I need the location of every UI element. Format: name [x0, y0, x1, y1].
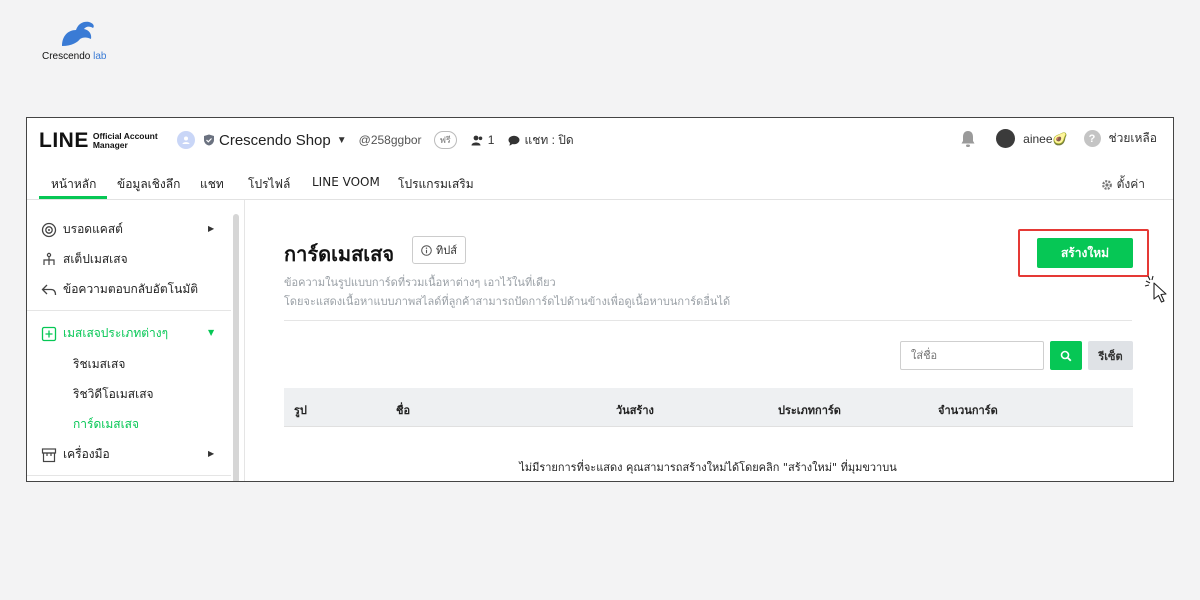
sidebar-subitem-rich-video-message[interactable]: ริชวิดีโอเมสเสจ [73, 385, 154, 404]
step-icon [43, 252, 55, 265]
gear-icon [1101, 179, 1112, 190]
account-name: Crescendo Shop [219, 131, 331, 149]
friends-count[interactable]: 1 [471, 133, 494, 147]
search-button[interactable] [1050, 341, 1082, 370]
section-divider [284, 320, 1132, 321]
column-header-name[interactable]: ชื่อ [396, 401, 410, 419]
chat-bubble-icon [508, 135, 520, 146]
sidebar-subitem-rich-message[interactable]: ริชเมสเสจ [73, 355, 125, 374]
logo-subtitle: Official Account Manager [92, 131, 158, 150]
chevron-down-icon[interactable]: ▼ [208, 328, 214, 337]
brand-name: Crescendo lab [42, 51, 107, 62]
sidebar-scrollbar[interactable] [233, 214, 239, 481]
tips-button[interactable]: ทิปส์ [412, 236, 466, 264]
sidebar-divider [27, 475, 231, 476]
page-title: การ์ดเมสเสจ [284, 242, 395, 266]
table-divider [284, 426, 1133, 427]
sidebar: บรอดแคสต์ ▶ สเต็ปเมสเสจ ข้อความตอบกลับอั… [27, 200, 245, 481]
column-header-created[interactable]: วันสร้าง [616, 401, 654, 419]
info-icon [421, 244, 432, 256]
tab-extensions[interactable]: โปรแกรมเสริม [398, 175, 474, 194]
username[interactable]: ainee🥑 [1023, 132, 1067, 146]
crescendo-bird-icon [62, 21, 94, 46]
top-bar: LINE Official Account Manager Crescendo S… [27, 118, 1173, 162]
help-link[interactable]: ช่วยเหลือ [1109, 129, 1158, 148]
column-header-image[interactable]: รูป [294, 401, 307, 419]
active-tab-indicator [39, 196, 107, 199]
chevron-right-icon[interactable]: ▶ [208, 449, 214, 458]
chevron-down-icon[interactable]: ▼ [337, 135, 347, 146]
plus-square-icon [41, 326, 57, 341]
plan-badge: ฟรี [433, 131, 457, 149]
search-input[interactable] [900, 341, 1044, 370]
sidebar-item-tools[interactable]: เครื่องมือ [41, 445, 110, 464]
sidebar-divider [27, 310, 231, 311]
description-line-2: โดยจะแสดงเนื้อหาแบบภาพสไลด์ที่ลูกค้าสามา… [284, 295, 731, 308]
app-window: LINE Official Account Manager Crescendo S… [26, 117, 1174, 482]
column-header-card-type[interactable]: ประเภทการ์ด [778, 401, 841, 419]
user-avatar[interactable] [996, 129, 1016, 148]
top-right-controls: ainee🥑 ? ช่วยเหลือ [960, 129, 1157, 148]
main-content: การ์ดเมสเสจ ทิปส์ ข้อความในรูปแบบการ์ดที… [246, 200, 1173, 481]
reply-icon [41, 284, 57, 295]
column-header-card-count[interactable]: จำนวนการ์ด [938, 401, 998, 419]
reset-button[interactable]: รีเซ็ต [1088, 341, 1133, 370]
tools-icon [41, 447, 57, 462]
person-icon [182, 136, 190, 144]
chevron-right-icon[interactable]: ▶ [208, 224, 214, 233]
broadcast-icon [41, 222, 57, 237]
line-oa-logo[interactable]: LINE Official Account Manager [39, 129, 158, 153]
crescendo-lab-logo: Crescendo lab [40, 20, 130, 65]
account-id: @258ggbor [358, 133, 422, 147]
bell-icon[interactable] [960, 130, 976, 148]
shield-icon [204, 134, 214, 146]
account-selector[interactable]: Crescendo Shop ▼ @258ggbor ฟรี 1 แชท : ป… [177, 130, 574, 150]
main-nav: หน้าหลัก ข้อมูลเชิงลึก แชท โปรไฟล์ LINE … [27, 162, 1173, 200]
friends-icon [471, 135, 483, 145]
settings-link[interactable]: ตั้งค่า [1101, 175, 1145, 194]
sidebar-item-step-message[interactable]: สเต็ปเมสเสจ [41, 250, 128, 269]
tab-insights[interactable]: ข้อมูลเชิงลึก [117, 175, 180, 194]
empty-state-message: ไม่มีรายการที่จะแสดง คุณสามารถสร้างใหม่ไ… [519, 461, 897, 474]
help-icon[interactable]: ? [1083, 130, 1101, 147]
tab-home[interactable]: หน้าหลัก [51, 175, 96, 194]
click-cursor-icon [1144, 275, 1167, 303]
search-icon [1060, 350, 1072, 361]
tab-line-voom[interactable]: LINE VOOM [312, 175, 380, 189]
create-new-button[interactable]: สร้างใหม่ [1037, 238, 1133, 268]
sidebar-item-auto-reply[interactable]: ข้อความตอบกลับอัตโนมัติ [41, 280, 198, 299]
sidebar-item-message-types[interactable]: เมสเสจประเภทต่างๆ [41, 324, 168, 343]
table-header: รูป ชื่อ วันสร้าง ประเภทการ์ด จำนวนการ์ด [284, 388, 1133, 426]
sidebar-subitem-card-message[interactable]: การ์ดเมสเสจ [73, 415, 139, 434]
tab-profile[interactable]: โปรไฟล์ [248, 175, 290, 194]
sidebar-item-broadcast[interactable]: บรอดแคสต์ [41, 220, 123, 239]
account-avatar [177, 131, 195, 149]
description-line-1: ข้อความในรูปแบบการ์ดที่รวมเนื้อหาต่างๆ เ… [284, 276, 556, 289]
tab-chat[interactable]: แชท [200, 175, 224, 194]
chat-status[interactable]: แชท : ปิด [508, 131, 574, 150]
logo-line-text: LINE [39, 129, 89, 152]
